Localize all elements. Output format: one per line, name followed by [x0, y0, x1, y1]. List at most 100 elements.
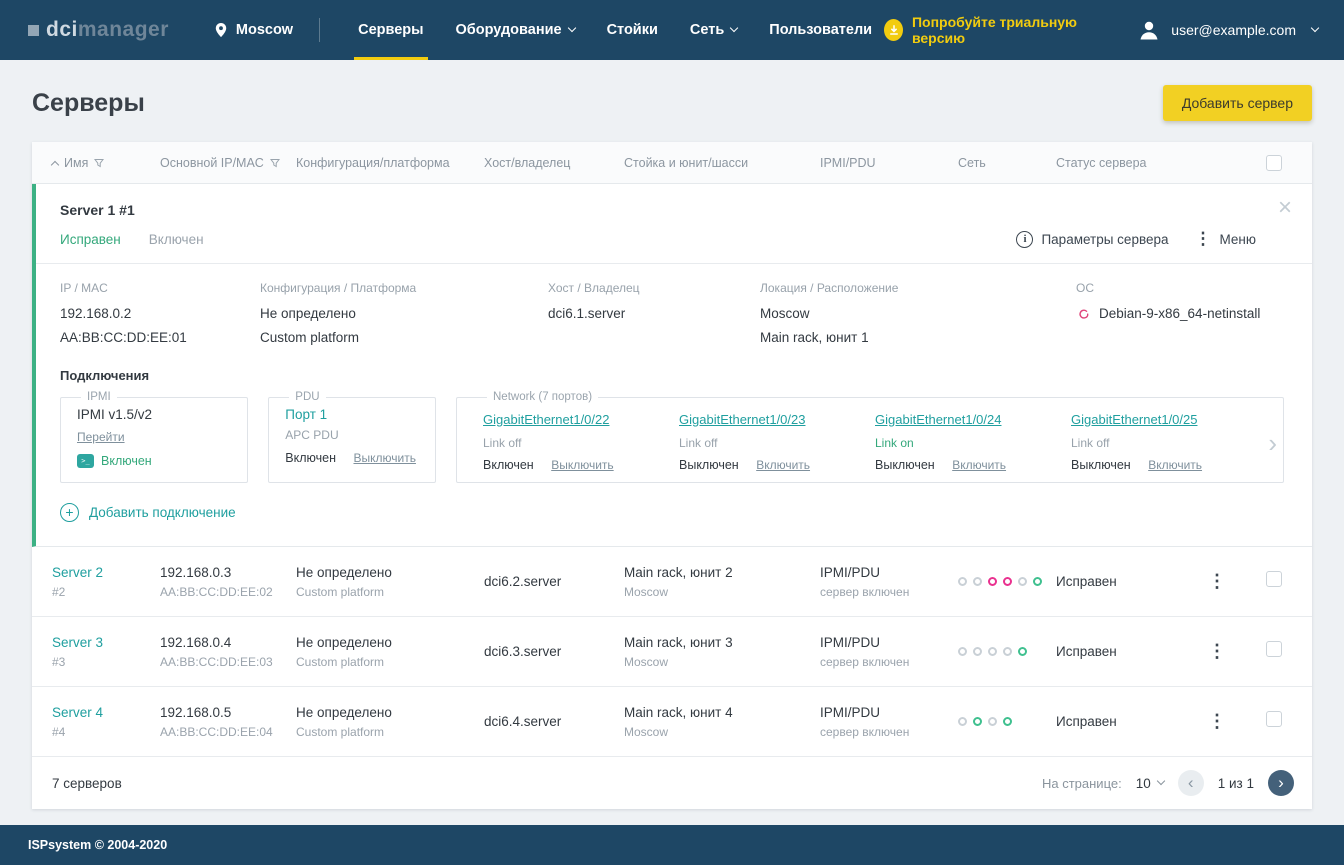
column-header-host[interactable]: Хост/владелец: [484, 156, 624, 170]
port-status-dot: [988, 717, 997, 726]
server-name-link[interactable]: Server 4: [52, 705, 160, 720]
filter-icon[interactable]: [269, 158, 280, 168]
port-status-dot: [1003, 577, 1012, 586]
detail-config: Конфигурация / Платформа Не определено C…: [260, 281, 548, 354]
column-header-rack[interactable]: Стойка и юнит/шасси: [624, 156, 820, 170]
port-status-dot: [1033, 577, 1042, 586]
port-admin-state: Включен: [483, 458, 534, 472]
row-checkbox[interactable]: [1266, 571, 1282, 587]
per-page-label: На странице:: [1041, 775, 1122, 791]
server-location: Moscow: [624, 584, 669, 599]
nav-item-servers[interactable]: Серверы: [346, 0, 435, 60]
location-selector[interactable]: Moscow: [213, 0, 293, 60]
logo-text-dci: dci: [46, 18, 78, 41]
nav-item-equipment[interactable]: Оборудование: [444, 0, 587, 60]
detail-value: AA:BB:CC:DD:EE:01: [60, 330, 187, 345]
chevron-down-icon: [730, 23, 739, 33]
column-header-ipmi[interactable]: IPMI/PDU: [820, 156, 958, 170]
user-menu[interactable]: user@example.com: [1136, 17, 1320, 43]
server-rack: Main rack, юнит 2: [624, 564, 733, 580]
port-toggle-link[interactable]: Включить: [1148, 458, 1202, 472]
column-header-name[interactable]: Имя: [50, 156, 160, 170]
info-icon: i: [1016, 230, 1034, 248]
port-toggle-link[interactable]: Выключить: [551, 458, 613, 472]
server-name-link[interactable]: Server 3: [52, 635, 160, 650]
row-menu-button[interactable]: ⋮: [1208, 641, 1226, 662]
row-menu-button[interactable]: ⋮: [1208, 711, 1226, 732]
trial-version-link[interactable]: Попробуйте триальную версию: [884, 14, 1102, 46]
table-footer: 7 серверов На странице: 10 ‹ 1 из 1 ›: [32, 757, 1312, 809]
server-ipmi-state: сервер включен: [820, 584, 910, 599]
server-ipmi: IPMI/PDU: [820, 634, 881, 650]
server-name-link[interactable]: Server 2: [52, 565, 160, 580]
port-link-state: Link off: [679, 436, 718, 450]
server-id: #4: [52, 724, 66, 739]
server-menu-button[interactable]: Меню: [1220, 232, 1257, 247]
nav-item-network[interactable]: Сеть: [678, 0, 749, 60]
row-checkbox[interactable]: [1266, 711, 1282, 727]
port-link[interactable]: GigabitEthernet1/0/25: [1071, 412, 1197, 427]
servers-table: Имя Основной IP/MAC Конфигурация/платфор…: [32, 142, 1312, 809]
network-port: GigabitEthernet1/0/22 Link off Включен В…: [483, 407, 679, 472]
nav-item-users[interactable]: Пользователи: [757, 0, 884, 60]
pdu-toggle-link[interactable]: Выключить: [353, 451, 415, 465]
column-header-network[interactable]: Сеть: [958, 156, 1056, 170]
table-header-row: Имя Основной IP/MAC Конфигурация/платфор…: [32, 142, 1312, 184]
port-status-dot: [1003, 717, 1012, 726]
port-link[interactable]: GigabitEthernet1/0/23: [679, 412, 805, 427]
add-server-button[interactable]: Добавить сервер: [1162, 85, 1312, 121]
network-port-dots: [958, 577, 1056, 586]
port-admin-state: Выключен: [1071, 458, 1131, 472]
table-row: Server 2 #2 192.168.0.3 AA:BB:CC:DD:EE:0…: [32, 547, 1312, 617]
detail-label: IP / MAC: [60, 281, 108, 295]
column-label: Конфигурация/платформа: [296, 155, 450, 170]
column-label: IPMI/PDU: [820, 155, 876, 170]
server-mac: AA:BB:CC:DD:EE:04: [160, 724, 273, 739]
close-icon[interactable]: ×: [1278, 196, 1292, 220]
server-status-badge: Исправен: [60, 231, 121, 247]
network-port: GigabitEthernet1/0/25 Link off Выключен …: [1071, 407, 1267, 472]
select-all-checkbox[interactable]: [1266, 154, 1282, 171]
ipmi-title: IPMI v1.5/v2: [77, 407, 153, 422]
sort-asc-icon[interactable]: [50, 160, 60, 169]
filter-icon[interactable]: [94, 158, 105, 168]
server-ipmi-state: сервер включен: [820, 724, 910, 739]
nav-divider: [319, 18, 321, 42]
per-page-select[interactable]: 10: [1136, 776, 1165, 791]
port-toggle-link[interactable]: Включить: [756, 458, 810, 472]
server-mac: AA:BB:CC:DD:EE:02: [160, 584, 273, 599]
row-menu-button[interactable]: ⋮: [1208, 571, 1226, 592]
add-connection-button[interactable]: + Добавить подключение: [60, 503, 1284, 522]
port-status-dot: [1018, 647, 1027, 656]
port-link[interactable]: GigabitEthernet1/0/22: [483, 412, 609, 427]
nav-label: Оборудование: [455, 22, 562, 38]
logo[interactable]: dci manager: [28, 0, 169, 60]
ports-scroll-right-icon[interactable]: ›: [1268, 430, 1277, 456]
location-pin-icon: [215, 23, 227, 37]
nav-item-racks[interactable]: Стойки: [595, 0, 670, 60]
server-location: Moscow: [624, 654, 669, 669]
port-toggle-link[interactable]: Включить: [952, 458, 1006, 472]
page: dci manager Moscow Серверы Оборудование С…: [0, 0, 1344, 865]
pdu-port-link[interactable]: Порт 1: [285, 407, 419, 422]
terminal-icon[interactable]: >_: [77, 454, 94, 468]
column-label: Основной IP/MAC: [160, 155, 264, 170]
server-ip: 192.168.0.4: [160, 634, 232, 650]
nav-label: Сеть: [689, 22, 725, 38]
pdu-box: PDU Порт 1 APC PDU Включен Выключить: [268, 391, 436, 483]
server-rack: Main rack, юнит 4: [624, 704, 733, 720]
server-id: #2: [52, 584, 66, 599]
detail-label: ОС: [1076, 281, 1094, 295]
column-header-ip[interactable]: Основной IP/MAC: [160, 156, 296, 170]
server-params-button[interactable]: Параметры сервера: [1041, 232, 1168, 247]
row-checkbox[interactable]: [1266, 641, 1282, 657]
server-host: dci6.4.server: [484, 714, 562, 729]
network-port-dots: [958, 717, 1056, 726]
ipmi-goto-link[interactable]: Перейти: [77, 430, 125, 444]
next-page-button[interactable]: ›: [1268, 770, 1294, 796]
column-header-config[interactable]: Конфигурация/платформа: [296, 156, 484, 170]
port-link[interactable]: GigabitEthernet1/0/24: [875, 412, 1001, 427]
pdu-device-name: APC PDU: [285, 428, 339, 442]
column-header-status[interactable]: Статус сервера: [1056, 156, 1168, 170]
prev-page-button[interactable]: ‹: [1177, 770, 1204, 796]
